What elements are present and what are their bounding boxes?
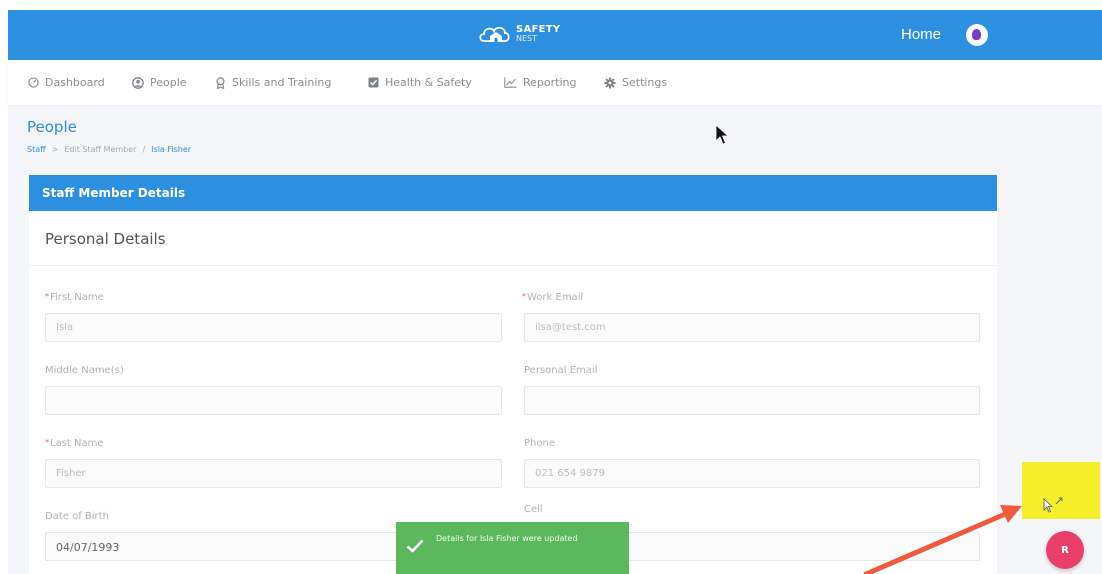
work-email-input[interactable]: ilsa@test.com [524,313,980,342]
first-name-label-text: First Name [50,292,104,303]
work-email-label: *Work Email [522,292,583,303]
first-name-input[interactable]: Isla [45,313,502,342]
nav-label-skills-and-training: Skills and Training [232,76,332,89]
nav-label-dashboard: Dashboard [45,76,105,89]
main-nav: Dashboard People Skills and Training Hea… [8,60,1102,106]
breadcrumb-separator: / [142,145,146,154]
last-name-label: *Last Name [45,438,104,449]
nav-item-dashboard[interactable]: Dashboard [28,76,105,89]
nav-label-reporting: Reporting [523,76,577,89]
award-icon [216,76,225,89]
breadcrumb-separator: > [51,145,59,154]
check-icon [406,539,424,553]
nav-item-health-and-safety[interactable]: Health & Safety [368,76,472,89]
brand-subname: NEST [516,34,538,43]
breadcrumb: Staff > Edit Staff Member / Isla Fisher [27,145,191,154]
top-bar: SAFETY NEST Home [8,10,1102,60]
toast-message: Details for Isla Fisher were updated [436,534,578,543]
personal-email-label: Personal Email [524,365,598,376]
cloud-house-icon [479,26,510,42]
work-email-label-text: Work Email [527,292,584,303]
required-marker: * [45,292,49,301]
breadcrumb-edit-staff-member[interactable]: Edit Staff Member [64,145,136,154]
phone-input[interactable]: 021 654 9879 [524,459,980,488]
brand-text: SAFETY NEST [516,24,561,44]
left-margin [0,0,8,574]
breadcrumb-current: Isla Fisher [151,145,192,154]
first-name-label: *First Name [45,292,104,303]
nav-label-settings: Settings [622,76,668,89]
personal-email-input[interactable] [524,386,980,415]
gear-icon [604,77,616,88]
required-marker: * [45,438,49,447]
last-name-label-text: Last Name [50,438,104,449]
person-icon [132,76,144,89]
resize-cursor-icon [1043,497,1063,513]
nav-label-health-and-safety: Health & Safety [385,76,472,89]
middle-names-input[interactable] [45,386,502,415]
dashboard-icon [28,77,39,88]
checkbox-icon [368,77,379,88]
breadcrumb-staff[interactable]: Staff [27,145,46,154]
brand-name: SAFETY [516,24,561,35]
page-title: People [27,118,77,136]
success-toast[interactable]: Details for Isla Fisher were updated [396,522,629,574]
floating-action-button[interactable]: R [1046,531,1084,569]
middle-names-label: Middle Name(s) [45,365,124,376]
nav-item-settings[interactable]: Settings [604,76,667,89]
cell-label: Cell [524,504,543,515]
date-of-birth-label: Date of Birth [45,511,109,522]
user-avatar-icon[interactable] [966,24,988,46]
nav-item-reporting[interactable]: Reporting [504,76,576,89]
nav-item-skills-and-training[interactable]: Skills and Training [215,76,331,89]
phone-label: Phone [524,438,555,449]
last-name-input[interactable]: Fisher [45,459,502,488]
nav-label-people: People [150,76,187,89]
annotation-highlight [1022,462,1100,519]
card-header: Staff Member Details [29,175,997,211]
required-marker: * [522,292,526,301]
nav-item-people[interactable]: People [132,76,187,89]
home-link[interactable]: Home [901,26,941,43]
section-divider [29,265,997,266]
brand[interactable]: SAFETY NEST [478,22,560,46]
line-chart-icon [504,77,517,88]
section-title: Personal Details [45,230,166,248]
